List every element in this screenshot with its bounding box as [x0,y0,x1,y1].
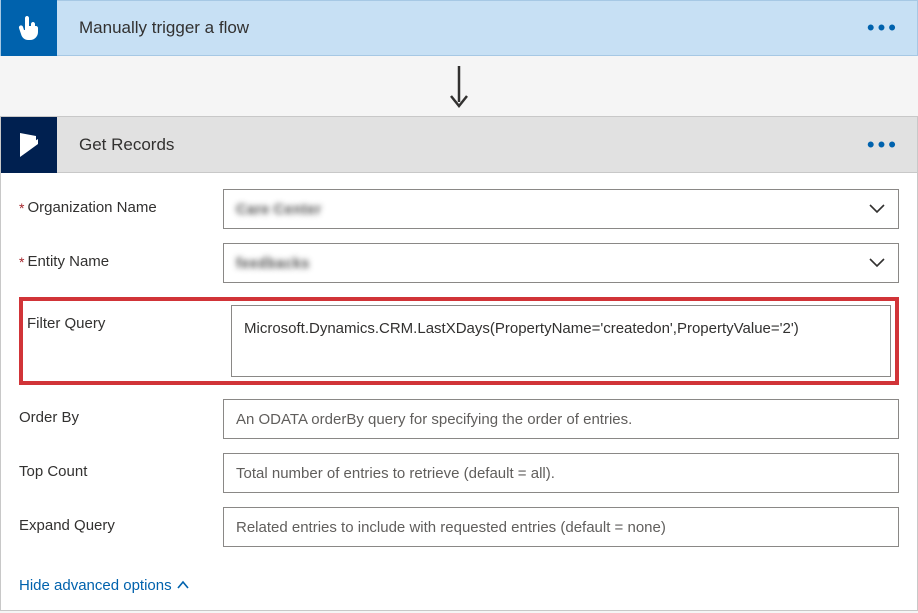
dynamics-icon [14,130,44,160]
field-row-order-by: Order By An ODATA orderBy query for spec… [19,399,899,439]
label-org-name: * Organization Name [19,189,223,229]
chevron-down-icon [868,255,886,272]
label-order-by: Order By [19,399,223,439]
chevron-down-icon [868,201,886,218]
top-count-placeholder: Total number of entries to retrieve (def… [236,465,555,482]
filter-query-input[interactable]: Microsoft.Dynamics.CRM.LastXDays(Propert… [231,305,891,377]
order-by-input[interactable]: An ODATA orderBy query for specifying th… [223,399,899,439]
entity-name-value: feedbacks [236,255,309,272]
top-count-input[interactable]: Total number of entries to retrieve (def… [223,453,899,493]
label-expand-query: Expand Query [19,507,223,547]
field-row-filter-query: Filter Query Microsoft.Dynamics.CRM.Last… [27,305,891,377]
order-by-placeholder: An ODATA orderBy query for specifying th… [236,411,632,428]
hide-advanced-options-link[interactable]: Hide advanced options [19,577,190,594]
field-row-entity-name: * Entity Name feedbacks [19,243,899,283]
filter-query-value: Microsoft.Dynamics.CRM.LastXDays(Propert… [244,316,799,342]
label-filter-query: Filter Query [27,305,231,377]
action-body: * Organization Name Care Center * Entity… [1,173,917,610]
dynamics-icon-box [1,117,57,173]
field-row-expand-query: Expand Query Related entries to include … [19,507,899,547]
trigger-title: Manually trigger a flow [57,18,249,38]
action-title: Get Records [57,135,174,155]
chevron-up-icon [176,577,190,594]
action-card: Get Records ••• * Organization Name Care… [0,116,918,611]
entity-name-select[interactable]: feedbacks [223,243,899,283]
required-mark: * [19,199,24,219]
org-name-value: Care Center [236,201,321,218]
manual-trigger-icon [15,14,43,42]
required-mark: * [19,253,24,273]
label-top-count: Top Count [19,453,223,493]
trigger-icon-box [1,0,57,56]
field-row-top-count: Top Count Total number of entries to ret… [19,453,899,493]
field-row-org-name: * Organization Name Care Center [19,189,899,229]
filter-query-highlight: Filter Query Microsoft.Dynamics.CRM.Last… [19,297,899,385]
trigger-card[interactable]: Manually trigger a flow ••• [0,0,918,56]
org-name-select[interactable]: Care Center [223,189,899,229]
connector-arrow [0,56,918,116]
trigger-more-menu[interactable]: ••• [867,17,899,39]
expand-query-input[interactable]: Related entries to include with requeste… [223,507,899,547]
label-entity-name: * Entity Name [19,243,223,283]
action-more-menu[interactable]: ••• [867,134,899,156]
action-header[interactable]: Get Records ••• [1,117,917,173]
expand-query-placeholder: Related entries to include with requeste… [236,519,666,536]
